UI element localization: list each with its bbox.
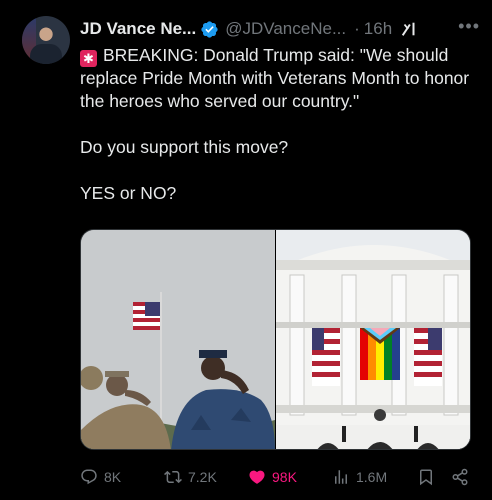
post-paragraph-3: YES or NO? <box>80 183 177 203</box>
bookmark-icon <box>420 469 432 486</box>
grok-icon[interactable] <box>400 20 418 38</box>
tweet-header: JD Vance Ne... @JDVanceNe... · 16h <box>80 17 418 41</box>
soldiers-saluting-illustration <box>81 230 275 449</box>
us-flag-left <box>312 328 340 386</box>
avatar[interactable] <box>22 16 70 64</box>
pride-flag <box>360 328 400 380</box>
share-icon <box>452 468 468 486</box>
author-name[interactable]: JD Vance Ne... <box>80 19 196 39</box>
reply-icon <box>81 469 97 485</box>
white-house-image[interactable] <box>276 230 470 449</box>
media-grid[interactable] <box>80 229 471 450</box>
post-line-1: BREAKING: Donald Trump said: "We should … <box>80 45 470 111</box>
reply-button[interactable]: 8K <box>80 468 121 486</box>
bookmark-button[interactable] <box>417 468 441 486</box>
repost-button[interactable]: 7.2K <box>164 468 217 486</box>
heart-filled-icon <box>249 470 265 484</box>
white-house-illustration <box>276 230 470 449</box>
post-paragraph-2: Do you support this move? <box>80 137 289 157</box>
post-paragraph-1: ✱ BREAKING: Donald Trump said: "We should… <box>80 44 475 113</box>
like-count: 98K <box>272 469 297 485</box>
post-text: ✱ BREAKING: Donald Trump said: "We should… <box>80 44 475 205</box>
action-bar: 8K 7.2K 98K 1.6M <box>80 466 475 488</box>
views-button[interactable]: 1.6M <box>332 468 387 486</box>
views-count: 1.6M <box>356 469 388 485</box>
verified-badge-icon <box>201 20 218 38</box>
post-time[interactable]: 16h <box>364 19 392 39</box>
repost-count: 7.2K <box>188 469 217 485</box>
share-button[interactable] <box>451 468 475 486</box>
views-bar-chart-icon <box>335 470 347 484</box>
us-flag-small <box>133 302 160 330</box>
separator-dot: · <box>354 19 360 38</box>
reply-count: 8K <box>104 469 122 485</box>
us-flag-right <box>414 328 442 386</box>
soldiers-saluting-image[interactable] <box>81 230 275 449</box>
repost-icon <box>164 470 182 484</box>
author-handle[interactable]: @JDVanceNe... <box>225 19 346 39</box>
avatar-suit <box>30 44 62 64</box>
tweet[interactable]: JD Vance Ne... @JDVanceNe... · 16h ••• ✱… <box>0 0 492 500</box>
more-options-icon[interactable]: ••• <box>458 16 480 37</box>
siren-icon: ✱ <box>80 50 97 67</box>
like-button[interactable]: 98K <box>248 468 297 486</box>
